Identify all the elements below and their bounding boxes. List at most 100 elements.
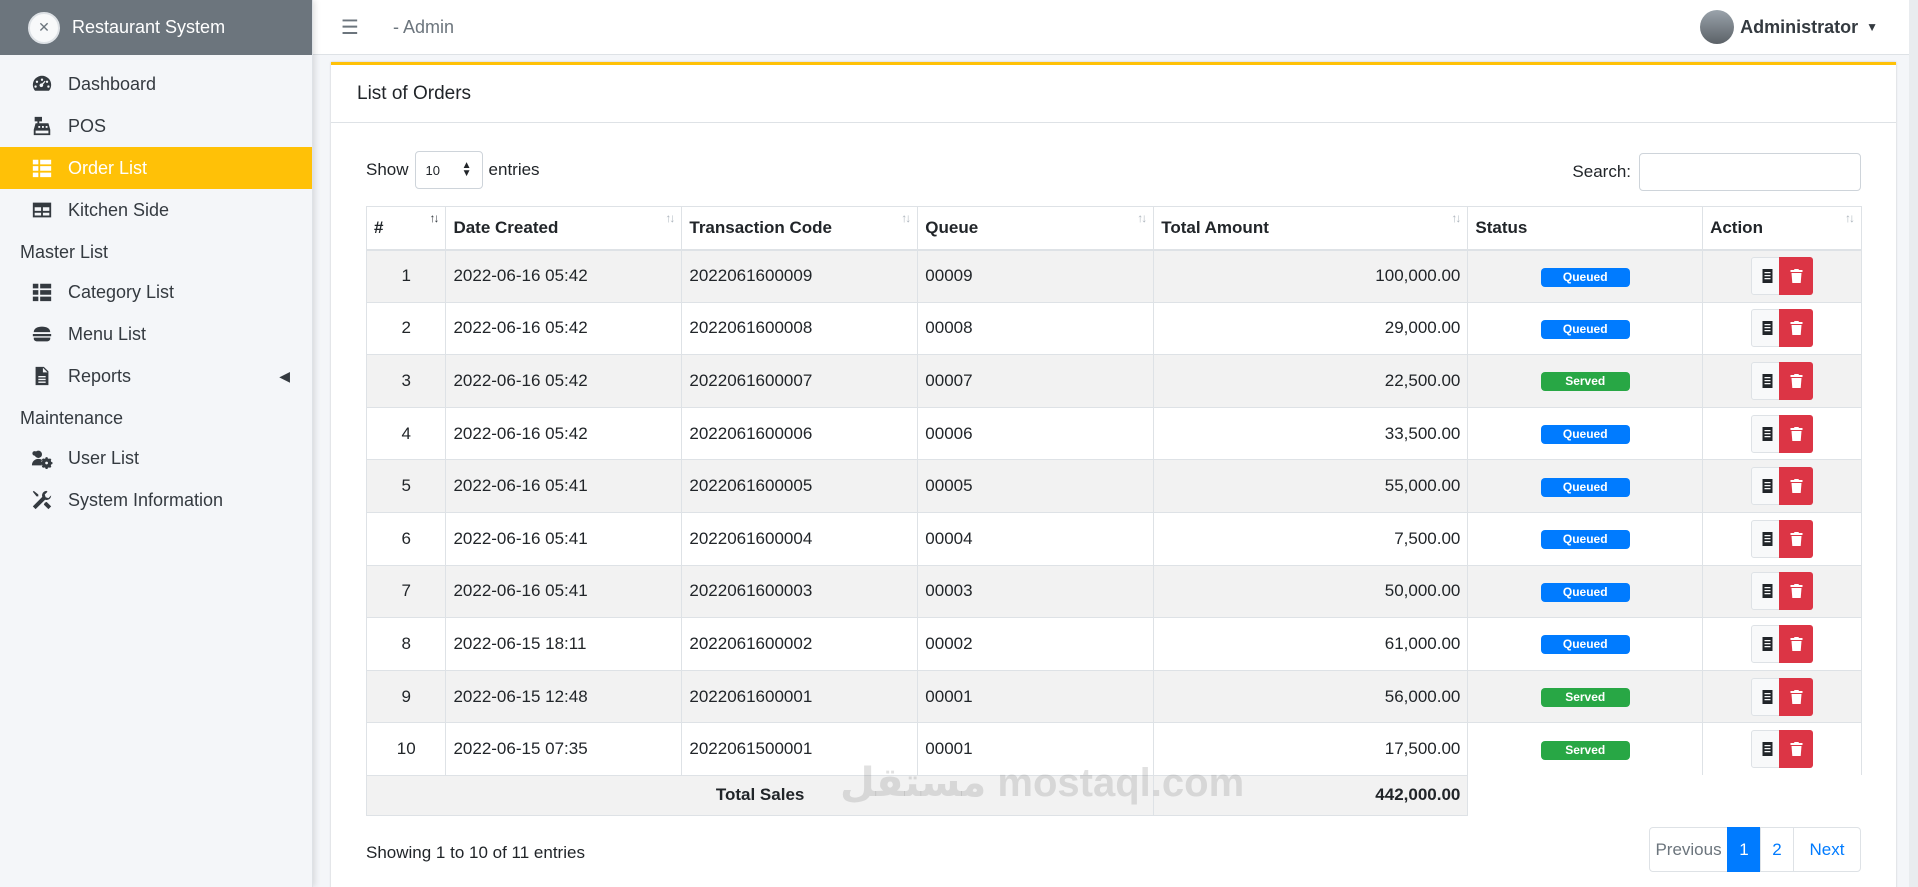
cell-total-amount: 100,000.00	[1153, 249, 1469, 303]
sidebar-item-menu-list[interactable]: Menu List	[0, 313, 312, 355]
delete-button[interactable]	[1779, 361, 1814, 400]
cell-total-amount: 29,000.00	[1153, 301, 1469, 355]
cell-queue: 00009	[917, 249, 1155, 303]
delete-button[interactable]	[1779, 309, 1814, 348]
entries-select[interactable]: 10 ▲ ▼	[414, 151, 483, 189]
trash-icon	[1790, 584, 1803, 599]
table-row: 8 2022-06-15 18:11 2022061600002 00002 61,00…	[365, 617, 1862, 671]
cell-action	[1702, 511, 1862, 566]
sidebar-item-label: Order List	[68, 157, 148, 178]
sidebar-item-category-list[interactable]: Category List	[0, 271, 312, 313]
cell-date-created: 2022-06-15 12:48	[445, 669, 683, 723]
sidebar-item-kitchen-side[interactable]: Kitchen Side	[0, 189, 312, 231]
sidebar-item-pos[interactable]: POS	[0, 105, 312, 147]
cell-transaction-code: 2022061600002	[681, 617, 919, 671]
cell-total-amount: 56,000.00	[1153, 669, 1469, 723]
avatar	[1700, 10, 1735, 44]
cell-transaction-code: 2022061600005	[681, 459, 919, 513]
col-header-queue[interactable]: Queue ↑↓	[917, 206, 1155, 251]
file-icon	[30, 364, 54, 388]
table-row: 1 2022-06-16 05:42 2022061600009 00009 100,0…	[365, 249, 1862, 303]
sidebar-item-label: System Information	[68, 489, 224, 510]
sidebar-item-label: Menu List	[68, 323, 147, 344]
sidebar-item-label: Dashboard	[68, 73, 157, 94]
cell-number: 1	[365, 249, 447, 303]
table-row: 9 2022-06-15 12:48 2022061600001 00001 56,00…	[365, 669, 1862, 723]
delete-button[interactable]	[1779, 624, 1814, 663]
table-row: 2 2022-06-16 05:42 2022061600008 00008 29,00…	[365, 301, 1862, 355]
trash-icon	[1790, 531, 1803, 546]
status-badge: Queued	[1540, 267, 1630, 287]
watermark: مستقل mostaql.com	[840, 761, 1245, 805]
receipt-icon	[1762, 584, 1773, 599]
delete-button[interactable]	[1779, 730, 1814, 769]
cell-date-created: 2022-06-16 05:41	[445, 511, 683, 566]
cell-date-created: 2022-06-16 05:41	[445, 459, 683, 513]
sidebar-item-label: User List	[68, 447, 140, 468]
search-label: Search:	[1572, 162, 1631, 181]
previous-button[interactable]: Previous	[1649, 827, 1728, 872]
next-button[interactable]: Next	[1793, 827, 1861, 872]
sidebar-item-label: POS	[68, 115, 107, 136]
search-input[interactable]	[1639, 153, 1861, 191]
sidebar-item-user-list[interactable]: User List	[0, 437, 312, 479]
cell-action	[1702, 459, 1862, 513]
receipt-icon	[1762, 373, 1773, 388]
page-2-button[interactable]: 2	[1760, 827, 1794, 872]
cell-action	[1702, 564, 1862, 618]
cell-queue: 00004	[917, 511, 1155, 566]
col-header-transaction-code[interactable]: Transaction Code ↑↓	[681, 206, 919, 251]
page-1-button[interactable]: 1	[1727, 827, 1761, 872]
delete-button[interactable]	[1779, 677, 1814, 716]
users-cog-icon	[30, 446, 54, 470]
receipt-icon	[1762, 636, 1773, 651]
cell-date-created: 2022-06-16 05:42	[445, 301, 683, 355]
status-badge: Served	[1540, 688, 1630, 708]
col-header-total-amount[interactable]: Total Amount ↑↓	[1153, 206, 1469, 251]
cell-total-amount: 50,000.00	[1153, 564, 1469, 618]
table-row: 3 2022-06-16 05:42 2022061600007 00007 22,50…	[365, 354, 1862, 408]
sidebar-item-reports[interactable]: Reports ◀	[0, 355, 312, 397]
brand-logo-icon: ✕	[28, 11, 60, 44]
cell-number: 6	[365, 511, 447, 566]
cell-total-amount: 33,500.00	[1153, 406, 1469, 460]
delete-button[interactable]	[1779, 572, 1814, 611]
cell-queue: 00005	[917, 459, 1155, 513]
status-badge: Queued	[1540, 477, 1630, 497]
orders-table: # ↑↓ Date Created ↑↓ Transaction Code ↑↓ Qu…	[365, 206, 1862, 816]
table-list-icon	[30, 156, 54, 180]
table-row: 4 2022-06-16 05:42 2022061600006 00006 33,50…	[365, 406, 1862, 460]
sort-icon: ↑↓	[901, 211, 911, 225]
table-icon	[30, 198, 54, 222]
delete-button[interactable]	[1779, 414, 1814, 453]
cell-queue: 00006	[917, 406, 1155, 460]
caret-down-icon: ▼	[1866, 20, 1878, 34]
sidebar-item-order-list[interactable]: Order List	[0, 147, 312, 189]
user-menu[interactable]: Administrator ▼	[1700, 10, 1878, 44]
receipt-icon	[1762, 426, 1773, 441]
col-header-date-created[interactable]: Date Created ↑↓	[445, 206, 683, 251]
status-badge: Queued	[1540, 425, 1630, 445]
trash-icon	[1790, 426, 1803, 441]
select-arrows-icon: ▲ ▼	[461, 160, 472, 179]
sidebar-item-system-information[interactable]: System Information	[0, 479, 312, 521]
cell-date-created: 2022-06-15 18:11	[445, 617, 683, 671]
col-header-action[interactable]: Action ↑↓	[1702, 206, 1862, 251]
cell-action	[1702, 669, 1862, 723]
sidebar-item-label: Category List	[68, 281, 175, 302]
sidebar-item-dashboard[interactable]: Dashboard	[0, 63, 312, 105]
menu-toggle-icon[interactable]: ☰	[341, 15, 359, 40]
delete-button[interactable]	[1779, 257, 1814, 296]
cell-date-created: 2022-06-16 05:42	[445, 249, 683, 303]
cell-transaction-code: 2022061600006	[681, 406, 919, 460]
cell-number: 8	[365, 617, 447, 671]
tools-icon	[30, 488, 54, 512]
scrollbar[interactable]	[1909, 0, 1918, 887]
cell-number: 7	[365, 564, 447, 618]
brand-link[interactable]: ✕ Restaurant System	[0, 0, 312, 55]
delete-button[interactable]	[1779, 467, 1814, 506]
delete-button[interactable]	[1779, 519, 1814, 558]
trash-icon	[1790, 321, 1803, 336]
col-header-number[interactable]: # ↑↓	[365, 206, 447, 251]
status-badge: Queued	[1540, 635, 1630, 655]
